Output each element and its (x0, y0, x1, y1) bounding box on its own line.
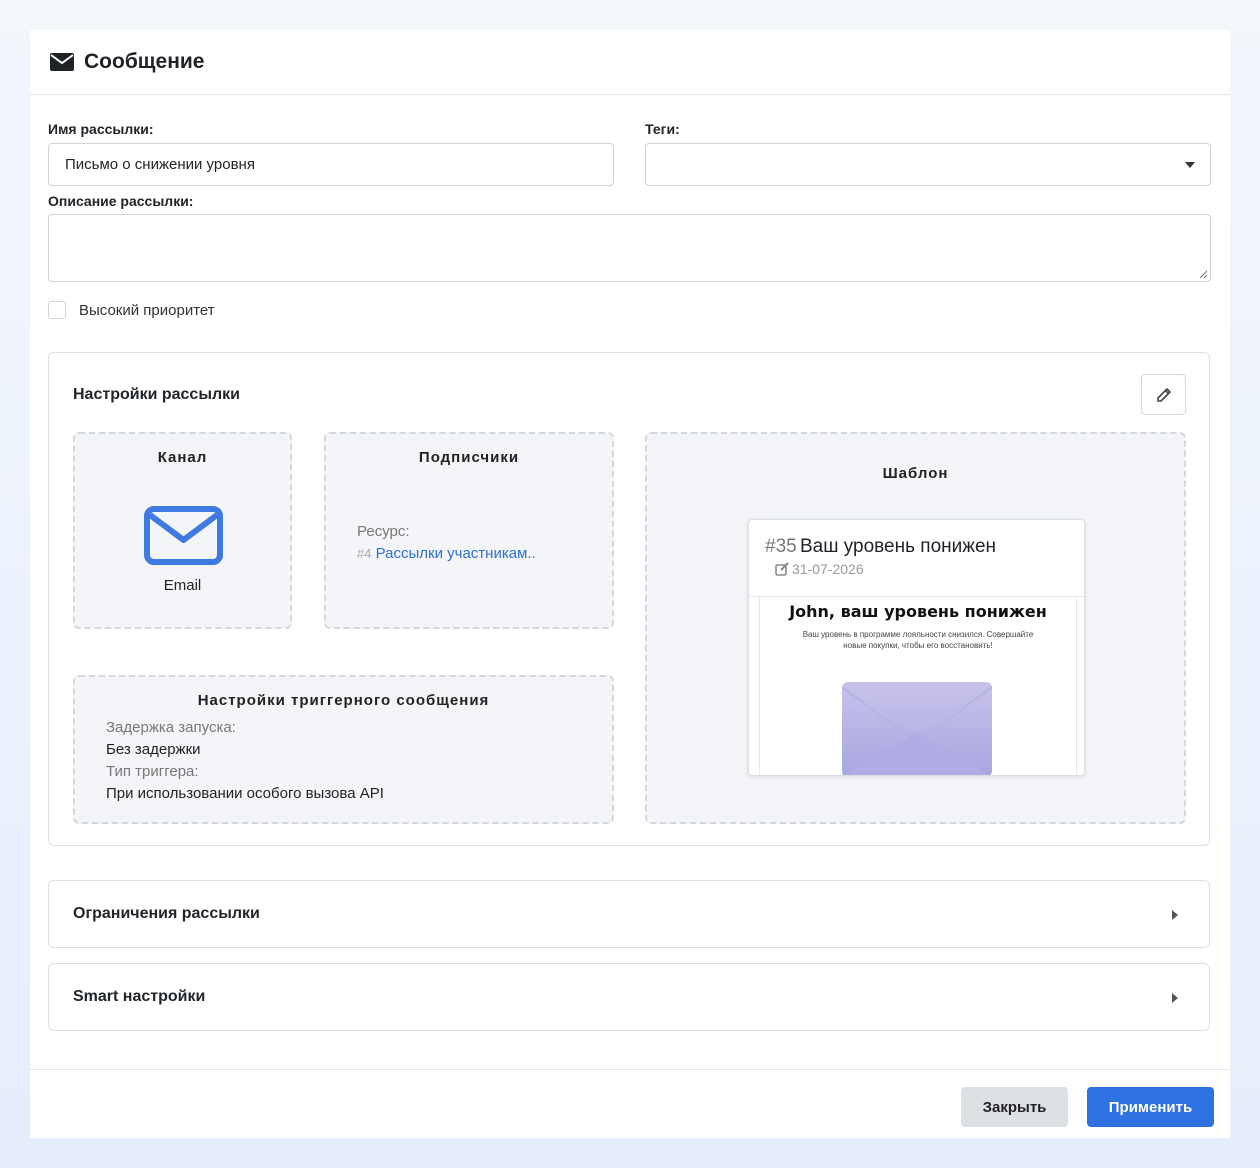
edit-icon (775, 562, 789, 576)
resize-handle-icon[interactable] (1199, 270, 1207, 278)
trigger-settings-card: Настройки триггерного сообщения Задержка… (73, 675, 614, 824)
smart-settings-accordion[interactable]: Smart настройки (48, 963, 1210, 1031)
apply-button[interactable]: Применить (1087, 1087, 1214, 1127)
description-textarea[interactable] (48, 214, 1211, 282)
trigger-type-value: При использовании особого вызова API (106, 785, 384, 802)
trigger-title: Настройки триггерного сообщения (197, 692, 490, 709)
dialog-footer: Закрыть Применить (30, 1069, 1230, 1139)
limits-accordion[interactable]: Ограничения рассылки (48, 880, 1210, 948)
mailing-name-label: Имя рассылки: (48, 121, 154, 137)
channel-card: Канал Email (73, 432, 292, 629)
priority-row[interactable]: Высокий приоритет (48, 301, 215, 319)
template-card: Шаблон #35 Ваш уровень понижен 31-07-202… (645, 432, 1186, 824)
dialog-header: Сообщение (30, 30, 1230, 95)
settings-title: Настройки рассылки (73, 386, 240, 403)
trigger-delay-value: Без задержки (106, 741, 201, 758)
template-email-preview: John, ваш уровень понижен Ваш уровень в … (759, 597, 1077, 775)
mailing-name-input[interactable]: Письмо о снижении уровня (48, 143, 614, 186)
edit-settings-button[interactable] (1141, 374, 1186, 415)
template-date-row: 31-07-2026 (775, 561, 864, 577)
preview-heading: John, ваш уровень понижен (789, 602, 1047, 621)
dialog-title: Сообщение (84, 50, 205, 73)
tags-label: Теги: (645, 121, 680, 137)
preview-text: Ваш уровень в программе лояльности снизи… (802, 630, 1034, 650)
resource-row: #4 Рассылки участникам.. (357, 545, 536, 562)
resource-link[interactable]: Рассылки участникам.. (376, 545, 536, 562)
trigger-type-label: Тип триггера: (106, 763, 199, 780)
pencil-icon (1156, 387, 1171, 402)
limits-title: Ограничения рассылки (73, 905, 260, 922)
tags-select[interactable] (645, 143, 1211, 186)
resource-label: Ресурс: (357, 523, 410, 540)
template-number: #35 (765, 536, 797, 557)
close-button[interactable]: Закрыть (961, 1087, 1068, 1127)
subscribers-card: Подписчики Ресурс: #4 Рассылки участника… (324, 432, 614, 629)
envelope-icon (144, 506, 223, 565)
chevron-down-icon (1185, 162, 1195, 168)
message-dialog: Сообщение Имя рассылки: Письмо о снижени… (30, 30, 1230, 1138)
description-label: Описание рассылки: (48, 193, 194, 209)
trigger-delay-label: Задержка запуска: (106, 719, 236, 736)
resource-id: #4 (357, 546, 372, 561)
envelope-illustration-icon (842, 682, 992, 775)
mailing-settings-panel: Настройки рассылки Канал Email Подписчик… (48, 352, 1210, 846)
chevron-right-icon (1172, 993, 1178, 1003)
priority-checkbox[interactable] (48, 301, 66, 319)
chevron-right-icon (1172, 910, 1178, 920)
template-date: 31-07-2026 (792, 561, 864, 577)
template-name: Ваш уровень понижен (800, 536, 997, 557)
subscribers-title: Подписчики (418, 449, 520, 466)
priority-label: Высокий приоритет (79, 301, 215, 319)
template-preview-card[interactable]: #35 Ваш уровень понижен 31-07-2026 John,… (748, 519, 1085, 776)
channel-value: Email (163, 577, 202, 594)
channel-title: Канал (157, 449, 208, 466)
template-preview-header: #35 Ваш уровень понижен 31-07-2026 (749, 520, 1084, 597)
smart-title: Smart настройки (73, 988, 206, 1005)
template-title: Шаблон (882, 465, 949, 482)
envelope-icon (50, 53, 74, 71)
